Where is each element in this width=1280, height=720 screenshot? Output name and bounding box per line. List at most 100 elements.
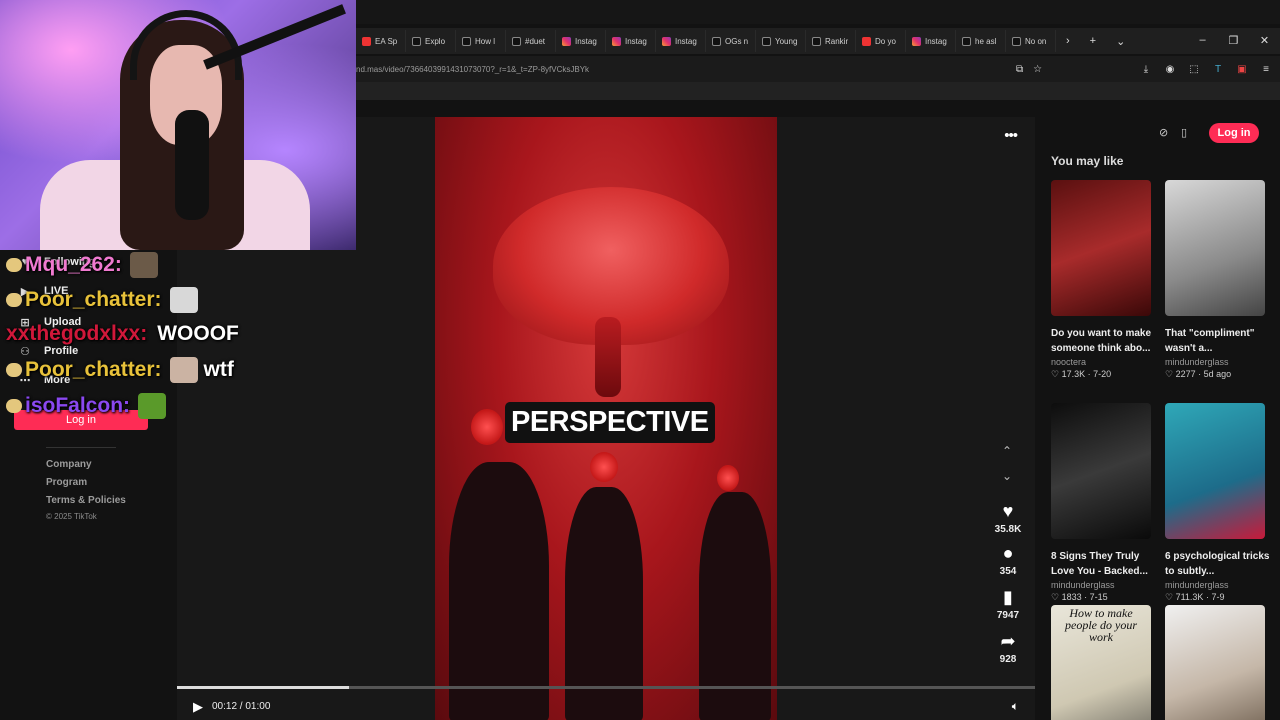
tab-title: Young xyxy=(775,36,798,46)
profile-icon: ⚇ xyxy=(20,345,30,358)
browser-tab[interactable]: EA Sp xyxy=(356,30,406,52)
url-text[interactable]: nd.mas/video/7366403991431073070?_r=1&_t… xyxy=(356,65,589,74)
browser-tab[interactable]: #duet xyxy=(506,30,556,52)
browser-tab[interactable]: OGs n xyxy=(706,30,756,52)
video-thumbnail[interactable] xyxy=(1051,180,1151,316)
browser-tab-bar: EA Sp Explo How l #duet Instag Instag Instag OG… xyxy=(356,28,1280,54)
tab-scroll-right-icon[interactable]: › xyxy=(1056,35,1080,47)
heart-outline-icon: ♡ xyxy=(1051,592,1062,602)
heart-outline-icon: ♡ xyxy=(1051,369,1062,379)
video-progress-bar[interactable] xyxy=(177,686,1035,689)
translate-extension-icon[interactable]: T xyxy=(1212,63,1224,75)
tab-list-chevron-down-icon[interactable]: ⌄ xyxy=(1106,35,1135,48)
card-likes: 17.3K xyxy=(1061,369,1086,379)
tab-title: Instag xyxy=(575,36,597,46)
video-thumbnail[interactable] xyxy=(1165,403,1265,539)
browser-tab[interactable]: he asl xyxy=(956,30,1006,52)
recommended-video-card[interactable] xyxy=(1165,605,1277,720)
copyright-text: © 2025 TikTok xyxy=(46,512,97,521)
video-thumbnail[interactable] xyxy=(1165,605,1265,720)
chat-username: Poor_chatter: xyxy=(25,358,162,381)
card-likes: 711.3K xyxy=(1175,592,1204,602)
card-author[interactable]: mindunderglass xyxy=(1165,580,1277,590)
tiktok-icon xyxy=(962,36,971,46)
recommendations-heading: You may like xyxy=(1051,154,1124,168)
play-icon[interactable]: ▶ xyxy=(193,699,203,715)
card-likes: 1833 xyxy=(1061,592,1082,602)
browser-tab[interactable]: Do yo xyxy=(856,30,906,52)
save-button[interactable]: ▮ 7947 xyxy=(989,587,1027,621)
figure-head-center xyxy=(590,452,618,482)
tiktok-icon xyxy=(412,36,421,46)
footer-link-company[interactable]: Company xyxy=(46,459,92,470)
like-count: 35.8K xyxy=(994,524,1022,535)
bookmark-icon: ▮ xyxy=(1003,587,1013,607)
compass-icon[interactable]: ⊘ xyxy=(1159,126,1171,139)
footer-link-program[interactable]: Program xyxy=(46,477,87,488)
sidebar-item-profile[interactable]: ⚇ Profile xyxy=(18,344,78,358)
header-login-button[interactable]: Log in xyxy=(1209,123,1259,143)
recommended-video-card[interactable]: That "compliment" wasn't a... mindundergl… xyxy=(1165,180,1277,380)
close-button[interactable]: ✕ xyxy=(1249,34,1280,47)
recommended-video-card[interactable]: How to make people do your work xyxy=(1051,605,1163,720)
card-date: 5d ago xyxy=(1203,369,1232,379)
card-title[interactable]: Do you want to make someone think abo... xyxy=(1051,326,1163,356)
browser-tab[interactable]: Instag xyxy=(906,30,956,52)
video-thumbnail[interactable]: How to make people do your work xyxy=(1051,605,1151,720)
card-date: 7-20 xyxy=(1093,369,1112,379)
restore-button[interactable]: ❐ xyxy=(1218,34,1249,47)
card-title[interactable]: 6 psychological tricks to subtly... xyxy=(1165,549,1277,579)
browser-tab[interactable]: How l xyxy=(456,30,506,52)
video-frame[interactable]: PERSPECTIVE xyxy=(435,117,777,720)
video-progress-fill xyxy=(177,686,349,689)
browser-tab[interactable]: Young xyxy=(756,30,806,52)
card-title[interactable]: 8 Signs They Truly Love You - Backed... xyxy=(1051,549,1163,579)
volume-icon[interactable]: 🔈︎ xyxy=(1012,699,1019,714)
browser-tab[interactable]: Instag xyxy=(656,30,706,52)
picture-in-picture-icon[interactable]: ⧉ xyxy=(1016,64,1023,75)
address-bar[interactable]: nd.mas/video/7366403991431073070?_r=1&_t… xyxy=(356,56,1280,82)
bookmark-star-icon[interactable]: ☆ xyxy=(1033,64,1042,75)
video-thumbnail[interactable] xyxy=(1165,180,1265,316)
tab-title: Rankir xyxy=(825,36,849,46)
instagram-icon xyxy=(662,36,671,46)
browser-tab[interactable]: Explo xyxy=(406,30,456,52)
footer-link-terms[interactable]: Terms & Policies xyxy=(46,495,126,506)
menu-icon[interactable]: ≡ xyxy=(1260,63,1272,75)
extensions-icon[interactable]: ⬚ xyxy=(1188,63,1200,75)
chat-emote-icon xyxy=(129,252,158,278)
recommended-video-card[interactable]: 6 psychological tricks to subtly... mindu… xyxy=(1165,403,1277,603)
minimize-button[interactable]: – xyxy=(1187,34,1218,46)
card-likes: 2277 xyxy=(1175,369,1196,379)
browser-tab[interactable]: Rankir xyxy=(806,30,856,52)
account-icon[interactable]: ◉ xyxy=(1164,63,1176,75)
share-button[interactable]: ➦ 928 xyxy=(989,631,1027,665)
card-author[interactable]: mindunderglass xyxy=(1165,357,1277,367)
adblock-extension-icon[interactable]: ▣ xyxy=(1236,63,1248,75)
browser-tab[interactable]: No on xyxy=(1006,30,1056,52)
figure-head-right xyxy=(717,465,739,491)
video-thumbnail[interactable] xyxy=(1051,403,1151,539)
next-video-chevron-down-icon[interactable]: ⌄ xyxy=(1002,469,1012,483)
recommended-video-card[interactable]: 8 Signs They Truly Love You - Backed... m… xyxy=(1051,403,1163,603)
comment-button[interactable]: ● 354 xyxy=(989,543,1027,577)
browser-tab[interactable]: Instag xyxy=(556,30,606,52)
recommended-video-card[interactable]: Do you want to make someone think abo...… xyxy=(1051,180,1163,380)
mobile-device-icon[interactable]: ▯ xyxy=(1181,126,1193,139)
card-title[interactable]: That "compliment" wasn't a... xyxy=(1165,326,1277,356)
previous-video-chevron-up-icon[interactable]: ⌃ xyxy=(1002,444,1012,458)
download-icon[interactable]: ⤓ xyxy=(1140,63,1152,75)
tiktok-icon xyxy=(512,36,521,46)
comment-count: 354 xyxy=(999,566,1017,577)
like-button[interactable]: ♥ 35.8K xyxy=(989,501,1027,535)
tab-title: Explo xyxy=(425,36,446,46)
card-author[interactable]: mindunderglass xyxy=(1051,580,1163,590)
tiktok-icon xyxy=(462,36,471,46)
more-options-icon[interactable]: ••• xyxy=(1004,127,1018,144)
chat-badge-icon xyxy=(6,399,22,413)
chat-username: isoFalcon: xyxy=(25,394,131,417)
new-tab-button[interactable]: + xyxy=(1080,35,1106,47)
card-author[interactable]: nooctera xyxy=(1051,357,1163,367)
browser-tab[interactable]: Instag xyxy=(606,30,656,52)
tab-title: Do yo xyxy=(875,36,896,46)
